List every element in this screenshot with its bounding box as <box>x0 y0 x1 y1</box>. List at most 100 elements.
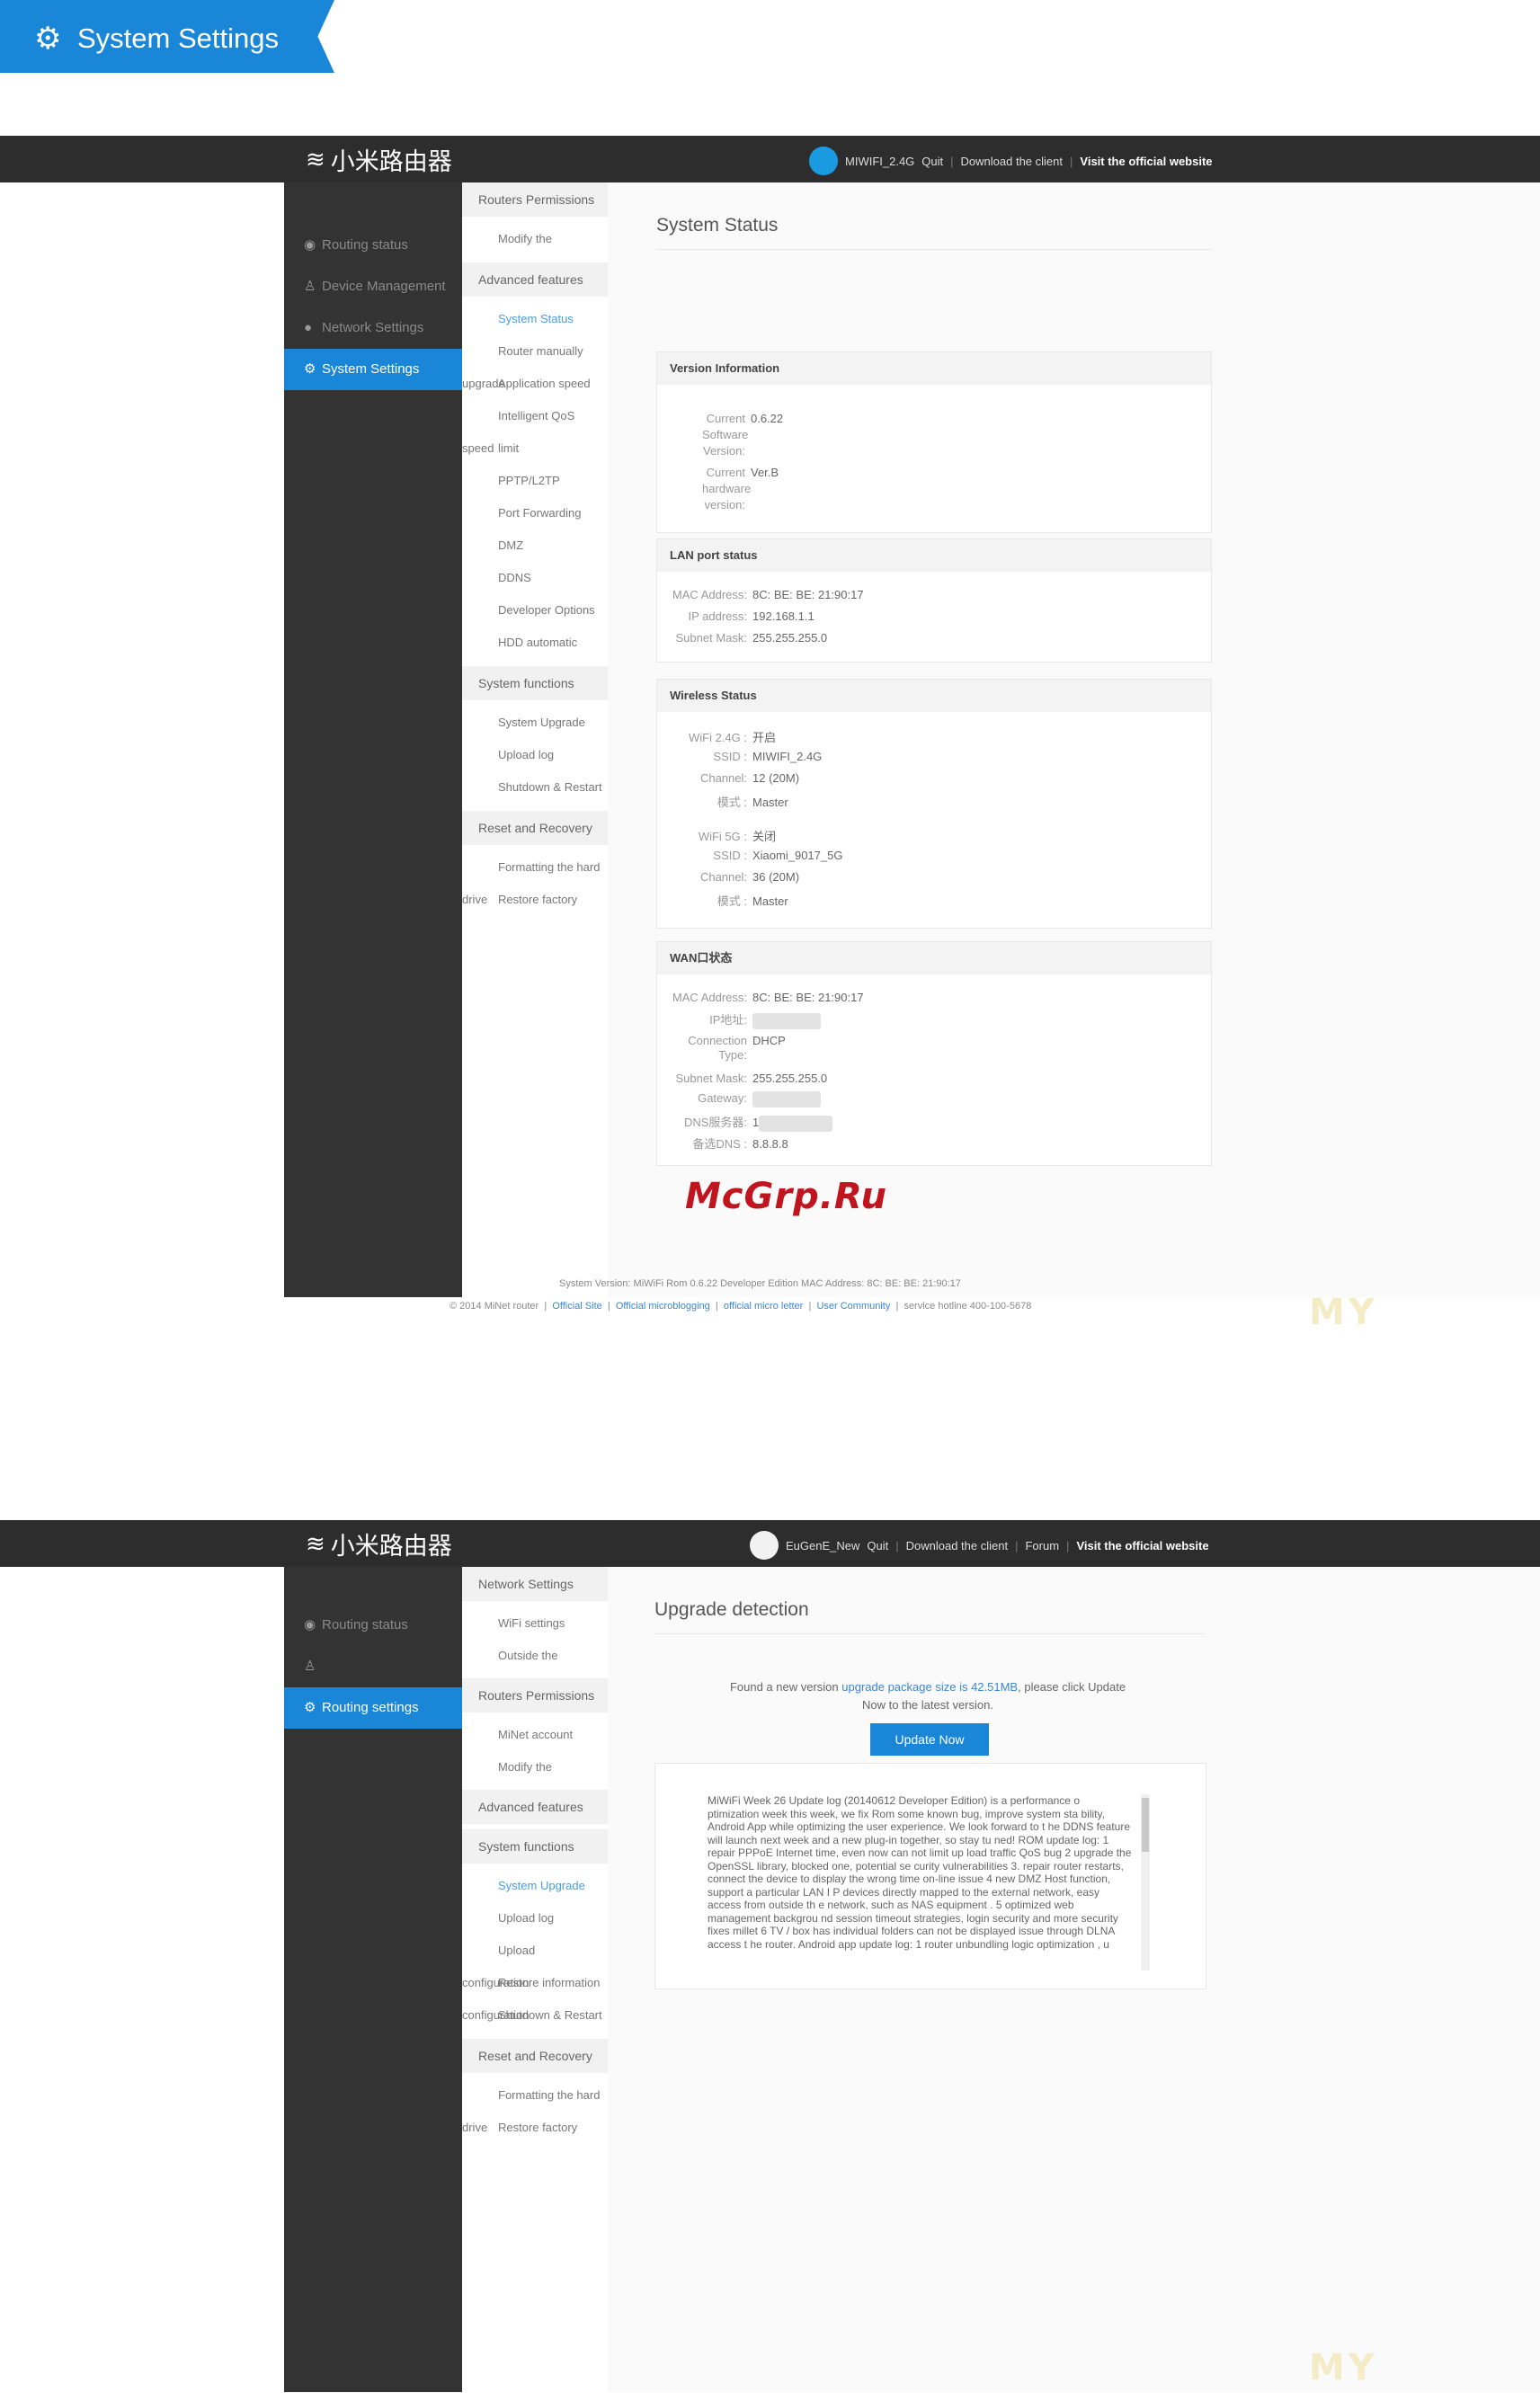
wan-dns-row: DNS服务器: 1 <box>657 1113 833 1132</box>
submenu-item-upload-log[interactable]: Upload log <box>498 748 554 761</box>
software-version-row: Current 0.6.22 <box>706 412 784 425</box>
submenu-item-wifi-settings[interactable]: WiFi settings <box>498 1616 565 1630</box>
software-version-label: Version: <box>703 444 745 458</box>
submenu-item-system-upgrade[interactable]: System Upgrade <box>498 716 585 729</box>
page-title: Upgrade detection <box>654 1599 809 1620</box>
main-content: Upgrade detection Found a new version up… <box>608 1567 1540 2392</box>
submenu-item-system-upgrade[interactable]: System Upgrade <box>498 1879 585 1892</box>
submenu-header-advanced[interactable]: Advanced features <box>462 262 608 297</box>
submenu-item-outside[interactable]: Outside the <box>498 1649 558 1662</box>
main-content: System Status Version Information Curren… <box>608 182 1540 1297</box>
update-log-text: MiWiFi Week 26 Update log (20140612 Deve… <box>708 1794 1132 1951</box>
footer-link[interactable]: User Community <box>816 1301 890 1312</box>
submenu-header-network-settings[interactable]: Network Settings <box>462 1567 608 1601</box>
quit-link[interactable]: Quit <box>867 1539 888 1552</box>
submenu-item-pptp[interactable]: PPTP/L2TP <box>498 474 560 487</box>
watermark: McGrp.Ru <box>685 1176 887 1217</box>
mode24-row: 模式 : Master <box>717 796 788 809</box>
system-status-screenshot: ≋ 小米路由器 MIWIFI_2.4G Quit | Download the … <box>0 136 1540 1358</box>
submenu-item-application-speed[interactable]: Application speed <box>498 377 591 390</box>
submenu-header-reset-recovery[interactable]: Reset and Recovery <box>462 811 608 845</box>
submenu-item-ddns[interactable]: DDNS <box>498 571 531 584</box>
hardware-version-row: Current Ver.B <box>706 466 779 479</box>
submenu-item-upload-log[interactable]: Upload log <box>498 1911 554 1925</box>
submenu-header-advanced[interactable]: Advanced features <box>462 1790 608 1824</box>
wan-ip-row: IP地址: <box>657 1010 821 1029</box>
submenu-item-restore-factory[interactable]: Restore factory <box>498 2121 577 2134</box>
username[interactable]: MIWIFI_2.4G <box>845 155 914 168</box>
submenu-item-shutdown-restart[interactable]: Shutdown & Restart <box>498 2008 602 2022</box>
ssid24-row: SSID : MIWIFI_2.4G <box>713 750 823 763</box>
submenu-item-formatting[interactable]: Formatting the hard <box>498 2088 600 2102</box>
submenu-item-modify[interactable]: Modify the <box>498 232 552 245</box>
footer-link[interactable]: official micro letter <box>724 1301 803 1312</box>
submenu-item-upload[interactable]: Upload <box>498 1944 535 1957</box>
update-log-box[interactable]: MiWiFi Week 26 Update log (20140612 Deve… <box>654 1763 1206 1989</box>
wan-gateway-row: Gateway: <box>657 1091 821 1108</box>
footer-system-version: System Version: MiWiFi Rom 0.6.22 Develo… <box>559 1278 961 1289</box>
sidebar-item-routing-status[interactable]: ◉ Routing status <box>284 225 462 266</box>
submenu-item-router-manually[interactable]: Router manually <box>498 344 583 358</box>
download-client-link[interactable]: Download the client <box>961 155 1063 168</box>
submenu-item-shutdown-restart[interactable]: Shutdown & Restart <box>498 780 602 794</box>
separator: | <box>950 154 954 168</box>
channel24-row: Channel: 12 (20M) <box>699 771 800 785</box>
sidebar-item-user[interactable]: ♙ <box>284 1646 462 1687</box>
submenu-item-restore-factory[interactable]: Restore factory <box>498 893 577 906</box>
mode5-row: 模式 : Master <box>717 894 788 908</box>
submenu-item-hdd-automatic[interactable]: HDD automatic <box>498 636 577 649</box>
avatar[interactable] <box>750 1531 779 1560</box>
sidebar-item-device-management[interactable]: ♙ Device Management <box>284 266 462 307</box>
scroll-thumb[interactable] <box>1142 1798 1149 1852</box>
sidebar: ◉ Routing status ♙ Device Management ● Netw… <box>284 182 462 1297</box>
submenu-item-developer-options[interactable]: Developer Options <box>498 603 595 617</box>
forum-link[interactable]: Forum <box>1025 1539 1059 1552</box>
submenu-item-system-status[interactable]: System Status <box>498 312 574 325</box>
submenu-header-system-functions[interactable]: System functions <box>462 1829 608 1864</box>
username[interactable]: EuGenE_New <box>786 1539 859 1552</box>
submenu-header-routers-permissions[interactable]: Routers Permissions <box>462 182 608 217</box>
footer-link[interactable]: Official Site <box>552 1301 601 1312</box>
lan-mask-row: Subnet Mask: 255.255.255.0 <box>675 631 828 645</box>
panel-title: WAN口状态 <box>657 942 1211 974</box>
banner-title: System Settings <box>77 22 279 54</box>
submenu-item-minet-account[interactable]: MiNet account <box>498 1728 573 1741</box>
submenu-item-modify[interactable]: Modify the <box>498 1760 552 1774</box>
official-website-link[interactable]: Visit the official website <box>1080 155 1212 168</box>
top-bar: ≋ 小米路由器 EuGenE_New Quit | Download the c… <box>0 1520 1540 1567</box>
hardware-version-label: version: <box>704 498 745 512</box>
sidebar-item-system-settings[interactable]: ⚙ System Settings <box>284 349 462 390</box>
official-website-link[interactable]: Visit the official website <box>1076 1539 1208 1552</box>
update-now-button[interactable]: Update Now <box>870 1723 989 1756</box>
gear-icon: ⚙ <box>34 22 62 56</box>
update-found-message: Found a new version upgrade package size… <box>729 1680 1126 1712</box>
submenu-item-port-forwarding[interactable]: Port Forwarding <box>498 506 581 520</box>
avatar[interactable] <box>809 147 838 175</box>
panel-title: LAN port status <box>657 539 1211 572</box>
submenu-item-dmz[interactable]: DMZ <box>498 538 523 552</box>
brand-logo: ≋ 小米路由器 <box>306 1529 452 1561</box>
hardware-version-label: hardware <box>702 482 752 495</box>
dashboard-icon: ◉ <box>304 237 316 253</box>
sidebar-item-network-settings[interactable]: ● Network Settings <box>284 307 462 349</box>
wan-mac-row: MAC Address: 8C: BE: BE: 21:90:17 <box>672 991 864 1004</box>
submenu-item-intelligent-qos[interactable]: Intelligent QoS <box>498 409 574 423</box>
quit-link[interactable]: Quit <box>921 155 943 168</box>
download-client-link[interactable]: Download the client <box>906 1539 1008 1552</box>
top-bar-links: EuGenE_New Quit | Download the client | … <box>750 1531 1209 1560</box>
submenu-header-system-functions[interactable]: System functions <box>462 666 608 700</box>
page-title: System Status <box>656 215 779 236</box>
wifi5-row: WiFi 5G : 关闭 <box>698 830 777 843</box>
upgrade-package-link[interactable]: upgrade package size is 42.51MB <box>841 1680 1018 1694</box>
user-icon: ♙ <box>304 1659 316 1674</box>
submenu-header-routers-permissions[interactable]: Routers Permissions <box>462 1678 608 1712</box>
user-icon: ♙ <box>304 279 316 294</box>
submenu-item-restore-information[interactable]: Restore information <box>498 1976 600 1989</box>
sidebar-item-routing-status[interactable]: ◉ Routing status <box>284 1605 462 1646</box>
sidebar-item-routing-settings[interactable]: ⚙ Routing settings <box>284 1687 462 1729</box>
submenu-item-formatting[interactable]: Formatting the hard <box>498 860 600 874</box>
wan-dns2-row: 备选DNS :8.8.8.8 <box>692 1137 788 1151</box>
footer-link[interactable]: Official microblogging <box>616 1301 710 1312</box>
log-scrollbar[interactable] <box>1141 1794 1150 1970</box>
submenu-header-reset-recovery[interactable]: Reset and Recovery <box>462 2039 608 2073</box>
